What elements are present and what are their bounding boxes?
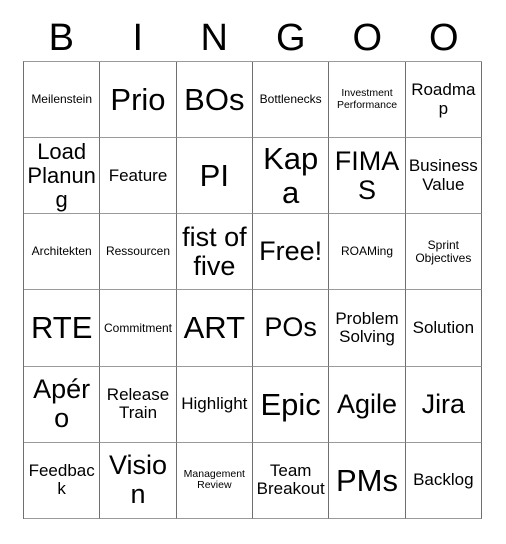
bingo-cell-label: BOs [184,81,245,117]
bingo-cell-label: Vision [108,450,168,510]
bingo-cell-label: Jira [421,388,466,419]
bingo-cell-label: PI [199,158,229,193]
bingo-header-letter-5: O [428,16,459,59]
bingo-cell-label: Meilenstein [31,92,93,107]
bingo-cell-label: Agile [336,388,398,419]
bingo-header-letter-3: G [275,16,306,59]
bingo-cell[interactable]: Jira [405,366,482,443]
bingo-cell[interactable]: fist of five [176,214,253,291]
bingo-cell[interactable]: Meilenstein [24,62,101,139]
bingo-cell[interactable]: Ressourcen [100,214,177,291]
bingo-cell-label: Prio [110,81,166,117]
bingo-header-row: BINGOO [23,14,482,61]
bingo-cell-label: FIMAS [334,145,400,205]
bingo-cell-label: Problem Solving [335,308,399,347]
bingo-cell-label: Investment Performance [336,87,398,111]
bingo-cell[interactable]: Business Value [405,138,482,215]
bingo-cell-label: Solution [412,317,475,337]
bingo-cell[interactable]: Solution [405,290,482,367]
bingo-cell-label: Release Train [106,384,170,423]
bingo-cell-label: Feedback [28,461,95,499]
bingo-cell-label: Commitment [103,320,172,335]
bingo-cell[interactable]: Release Train [100,366,177,443]
bingo-cell[interactable]: BOs [176,62,253,139]
bingo-cell[interactable]: ROAMing [329,214,406,291]
bingo-cell[interactable]: Investment Performance [329,62,406,139]
bingo-header-letter-2: N [200,16,228,59]
bingo-cell-label: Feature [108,165,168,185]
bingo-cell-label: POs [264,312,317,343]
bingo-cell[interactable]: POs [253,290,330,367]
bingo-cell[interactable]: Load Planung [24,138,101,215]
bingo-cell[interactable]: Feedback [24,442,101,519]
bingo-cell-label: ART [183,310,246,346]
bingo-cell-label: ROAMing [340,244,393,259]
bingo-header-letter-0: B [48,16,74,59]
bingo-cell-label: Backlog [413,470,474,490]
bingo-cell[interactable]: Free! [253,214,330,291]
bingo-cell-label: fist of five [182,221,247,281]
bingo-cell[interactable]: Problem Solving [329,290,406,367]
bingo-cell[interactable]: Commitment [100,290,177,367]
bingo-cell[interactable]: Management Review [176,442,253,519]
bingo-header-letter-4: O [352,16,383,59]
bingo-cell[interactable]: Bottlenecks [253,62,330,139]
bingo-cell-label: Free! [259,236,323,267]
bingo-cell-label: Architekten [31,244,92,259]
bingo-cell-label: Epic [260,386,321,422]
bingo-cell[interactable]: Backlog [405,442,482,519]
bingo-cell-label: Bottlenecks [259,92,322,107]
bingo-cell-label: Highlight [181,394,248,414]
bingo-cell[interactable]: Prio [100,62,177,139]
bingo-cell-label: Management Review [183,468,245,492]
bingo-card: B I N G O O Meilenstein Prio BOs Bottlenecks Inve… [0,0,506,544]
bingo-cell[interactable]: Epic [253,366,330,443]
bingo-cell-label: RTE [30,310,93,346]
bingo-cell[interactable]: Vision [100,442,177,519]
bingo-cell-label: Apéro [33,374,91,434]
bingo-cell[interactable]: PMs [329,442,406,519]
bingo-cell[interactable]: Architekten [24,214,101,291]
bingo-cell[interactable]: Apéro [24,366,101,443]
bingo-cell[interactable]: Team Breakout [253,442,330,519]
bingo-cell[interactable]: Roadmap [405,62,482,139]
bingo-cell-label: Business Value [408,156,478,194]
bingo-cell[interactable]: ART [176,290,253,367]
bingo-cell-label: Ressourcen [105,244,170,259]
bingo-cell[interactable]: Kapa [253,138,330,215]
bingo-cell-label: Team Breakout [256,461,325,499]
bingo-cell-label: Kapa [263,141,319,210]
bingo-cell[interactable]: PI [176,138,253,215]
bingo-cell-label: Sprint Objectives [415,237,472,265]
bingo-header-letter-1: I [132,16,144,59]
bingo-cell[interactable]: Sprint Objectives [405,214,482,291]
bingo-cell[interactable]: RTE [24,290,101,367]
bingo-cell[interactable]: FIMAS [329,138,406,215]
bingo-grid: Meilenstein Prio BOs Bottlenecks Investment … [23,61,482,519]
bingo-cell[interactable]: Agile [329,366,406,443]
bingo-cell-label: Roadmap [411,80,476,118]
bingo-cell-label: PMs [335,462,398,498]
bingo-cell[interactable]: Feature [100,138,177,215]
bingo-cell[interactable]: Highlight [176,366,253,443]
bingo-cell-label: Load Planung [27,139,96,212]
